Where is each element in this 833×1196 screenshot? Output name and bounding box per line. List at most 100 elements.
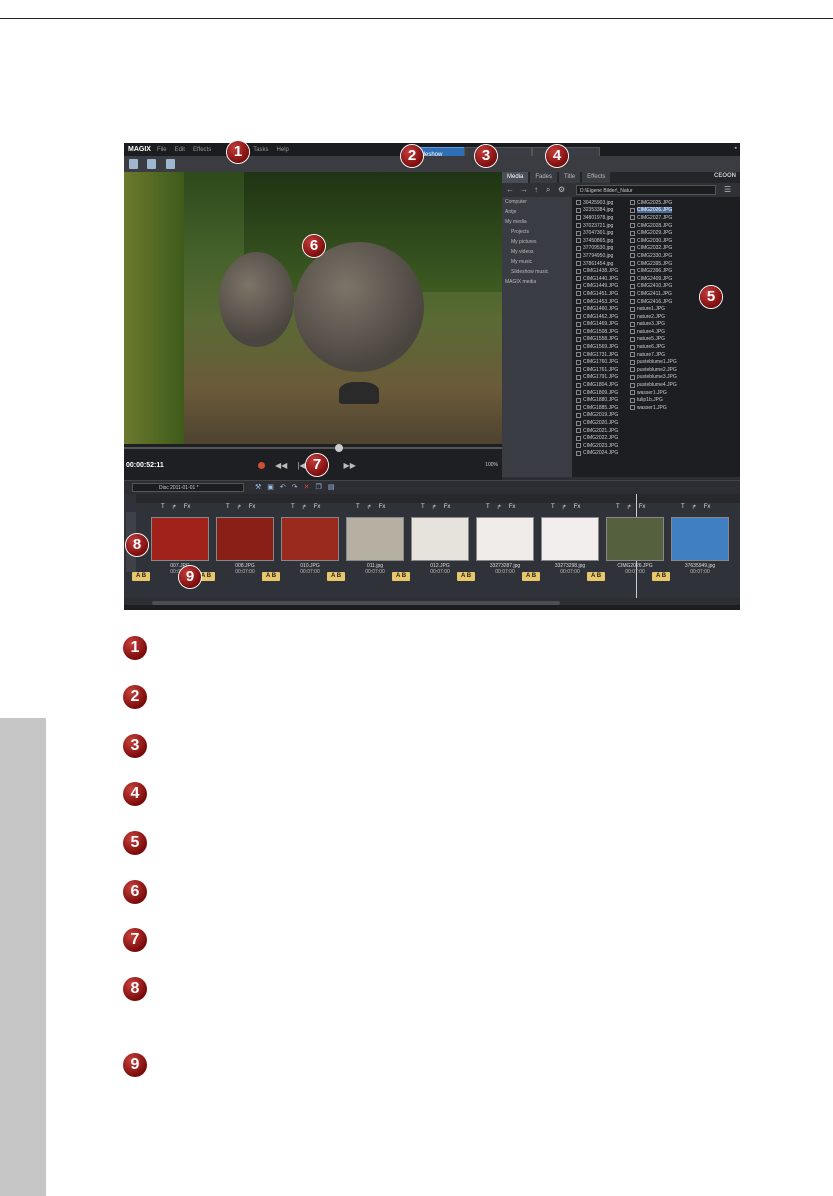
rotate-icon[interactable]: ↱ [432, 504, 437, 514]
file-item[interactable]: pusteblume4.JPG [630, 381, 677, 389]
file-item[interactable]: CIMG1804.JPG [576, 381, 618, 389]
tree-item[interactable]: My music [502, 257, 572, 267]
file-item[interactable]: CIMG1885.JPG [576, 404, 618, 412]
new-file-icon[interactable] [129, 159, 138, 169]
copy-icon[interactable]: ❐ [316, 483, 322, 491]
view-list-icon[interactable]: ☰ [724, 185, 731, 194]
file-item[interactable]: 37450865.jpg [576, 237, 618, 245]
file-item[interactable]: CIMG2020.JPG [576, 419, 618, 427]
transition-ab-button[interactable]: A B [392, 572, 410, 581]
tree-item[interactable]: Slideshow music [502, 267, 572, 277]
file-item[interactable]: CIMG1569.JPG [576, 343, 618, 351]
file-item[interactable]: CIMG2411.JPG [630, 290, 677, 298]
file-item[interactable]: CIMG1809.JPG [576, 389, 618, 397]
file-item[interactable]: CIMG2024.JPG [576, 450, 618, 458]
rotate-icon[interactable]: ↱ [692, 504, 697, 514]
fx-button[interactable]: Fx [444, 504, 451, 514]
title-icon[interactable]: T [681, 504, 685, 514]
file-item[interactable]: CIMG2330.JPG [630, 252, 677, 260]
fx-button[interactable]: Fx [249, 504, 256, 514]
tree-item[interactable]: MAGIX media [502, 277, 572, 287]
video-preview[interactable] [124, 172, 502, 444]
file-item[interactable]: CIMG1460.JPG [576, 305, 618, 313]
file-item[interactable]: CIMG1760.JPG [576, 358, 618, 366]
rotate-icon[interactable]: ↱ [367, 504, 372, 514]
file-item[interactable]: CIMG2029.JPG [630, 229, 677, 237]
file-item[interactable]: 32353384.jpg [576, 207, 618, 215]
menu-help[interactable]: Help [277, 147, 289, 153]
save-icon[interactable] [166, 159, 175, 169]
fx-button[interactable]: Fx [639, 504, 646, 514]
clip-thumbnail[interactable] [606, 517, 664, 561]
fx-button[interactable]: Fx [509, 504, 516, 514]
file-item[interactable]: pusteblume3.JPG [630, 374, 677, 382]
file-item[interactable]: CIMG1449.JPG [576, 283, 618, 291]
file-item[interactable]: CIMG2026.JPG [630, 207, 677, 215]
file-item[interactable]: CIMG1508.JPG [576, 328, 618, 336]
file-item[interactable]: wasser1.JPG [630, 389, 677, 397]
tree-item[interactable]: Computer [502, 197, 572, 207]
tree-item[interactable]: Antje [502, 207, 572, 217]
file-item[interactable]: CIMG2395.JPG [630, 260, 677, 268]
zoom-control[interactable]: 100% [485, 462, 498, 468]
tree-item[interactable]: My media [502, 217, 572, 227]
fast-forward-icon[interactable]: ▶▶ [344, 461, 356, 470]
path-input[interactable]: D:\Eigene Bilder\_Natur [576, 185, 716, 195]
file-item[interactable]: nature2.JPG [630, 313, 677, 321]
transition-ab-button[interactable]: A B [652, 572, 670, 581]
file-item[interactable]: CIMG1440.JPG [576, 275, 618, 283]
file-item[interactable]: CIMG2019.JPG [576, 412, 618, 420]
timeline-ruler[interactable] [136, 494, 740, 503]
file-item[interactable]: CIMG2028.JPG [630, 222, 677, 230]
back-icon[interactable]: ← [506, 185, 514, 194]
file-item[interactable]: CIMG1880.JPG [576, 396, 618, 404]
tree-item[interactable]: My videos [502, 247, 572, 257]
file-item[interactable]: CIMG1791.JPG [576, 374, 618, 382]
rotate-icon[interactable]: ↱ [172, 504, 177, 514]
clip-thumbnail[interactable] [541, 517, 599, 561]
file-item[interactable]: 34801978.jpg [576, 214, 618, 222]
title-icon[interactable]: T [486, 504, 490, 514]
clip-thumbnail[interactable] [671, 517, 729, 561]
clip-thumbnail[interactable] [151, 517, 209, 561]
rotate-icon[interactable]: ↱ [497, 504, 502, 514]
record-icon[interactable] [258, 462, 265, 469]
forward-icon[interactable]: → [520, 185, 528, 194]
tree-item[interactable]: My pictures [502, 237, 572, 247]
arrange-icon[interactable]: ⚒ [255, 483, 261, 491]
fx-button[interactable]: Fx [574, 504, 581, 514]
tab-effects[interactable]: Effects [582, 172, 611, 183]
transition-ab-button[interactable]: A B [587, 572, 605, 581]
fx-button[interactable]: Fx [184, 504, 191, 514]
file-item[interactable]: 37023721.jpg [576, 222, 618, 230]
file-item[interactable]: CIMG1453.JPG [576, 298, 618, 306]
close-icon[interactable]: ▪ [735, 145, 737, 152]
file-item[interactable]: nature6.JPG [630, 343, 677, 351]
title-icon[interactable]: T [551, 504, 555, 514]
file-item[interactable]: CIMG2409.JPG [630, 275, 677, 283]
transition-ab-button[interactable]: A B [457, 572, 475, 581]
tree-item[interactable]: Projects [502, 227, 572, 237]
timeline-clip[interactable]: T ↱ Fx 37635949.jpg 00:07:00 [671, 504, 729, 594]
scrub-knob[interactable] [335, 444, 343, 452]
file-item[interactable]: pusteblume2.JPG [630, 366, 677, 374]
file-item[interactable]: CIMG2027.JPG [630, 214, 677, 222]
clip-thumbnail[interactable] [346, 517, 404, 561]
transition-ab-button[interactable]: A B [132, 572, 150, 581]
fx-button[interactable]: Fx [704, 504, 711, 514]
file-item[interactable]: CIMG1731.JPG [576, 351, 618, 359]
file-item[interactable]: CIMG2396.JPG [630, 267, 677, 275]
file-item[interactable]: nature5.JPG [630, 336, 677, 344]
save-project-icon[interactable]: ▣ [267, 483, 274, 491]
scrub-bar[interactable] [124, 447, 502, 449]
file-item[interactable]: CIMG1451.JPG [576, 290, 618, 298]
menu-effects[interactable]: Effects [193, 147, 211, 153]
rotate-icon[interactable]: ↱ [562, 504, 567, 514]
file-item[interactable]: CIMG2025.JPG [630, 199, 677, 207]
open-folder-icon[interactable] [147, 159, 156, 169]
file-item[interactable]: nature7.JPG [630, 351, 677, 359]
paste-icon[interactable]: ▤ [328, 483, 335, 491]
clip-thumbnail[interactable] [476, 517, 534, 561]
project-select[interactable]: Disc 2011-01-01 * [132, 483, 244, 492]
rotate-icon[interactable]: ↱ [627, 504, 632, 514]
